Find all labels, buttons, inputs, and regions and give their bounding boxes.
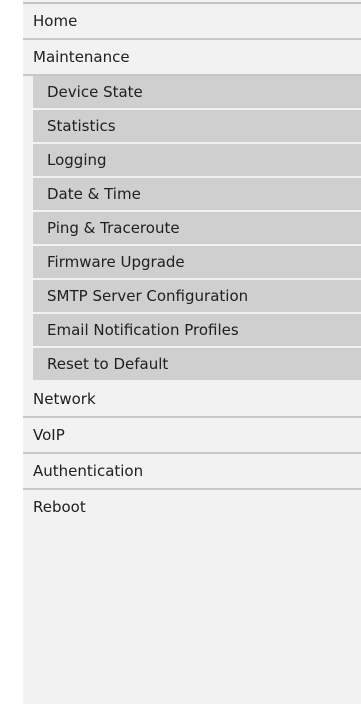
submenu-item-smtp-server-configuration[interactable]: SMTP Server Configuration: [33, 280, 361, 314]
submenu-item-firmware-upgrade[interactable]: Firmware Upgrade: [33, 246, 361, 280]
submenu-item-label: Email Notification Profiles: [47, 321, 239, 339]
submenu-item-label: Ping & Traceroute: [47, 219, 180, 237]
menu-item-maintenance[interactable]: Maintenance: [23, 40, 361, 76]
submenu-item-label: Reset to Default: [47, 355, 169, 373]
submenu-item-label: Date & Time: [47, 185, 141, 203]
menu-item-label: Maintenance: [33, 48, 130, 66]
maintenance-submenu: Device State Statistics Logging Date & T…: [23, 76, 361, 382]
submenu-item-ping-traceroute[interactable]: Ping & Traceroute: [33, 212, 361, 246]
submenu-item-reset-to-default[interactable]: Reset to Default: [33, 348, 361, 382]
submenu-item-label: Statistics: [47, 117, 116, 135]
submenu-item-logging[interactable]: Logging: [33, 144, 361, 178]
menu-item-voip[interactable]: VoIP: [23, 418, 361, 454]
submenu-item-device-state[interactable]: Device State: [33, 76, 361, 110]
menu-item-label: Authentication: [33, 462, 144, 480]
submenu-item-email-notification-profiles[interactable]: Email Notification Profiles: [33, 314, 361, 348]
menu-item-label: Reboot: [33, 498, 86, 516]
menu-item-home[interactable]: Home: [23, 4, 361, 40]
menu-item-label: Home: [33, 12, 78, 30]
submenu-item-date-time[interactable]: Date & Time: [33, 178, 361, 212]
menu-item-reboot[interactable]: Reboot: [23, 490, 361, 526]
submenu-item-statistics[interactable]: Statistics: [33, 110, 361, 144]
menu-item-network[interactable]: Network: [23, 382, 361, 418]
menu-item-label: VoIP: [33, 426, 65, 444]
menu-item-authentication[interactable]: Authentication: [23, 454, 361, 490]
sidebar-nav: Home Maintenance Device State Statistics…: [23, 0, 361, 704]
submenu-item-label: SMTP Server Configuration: [47, 287, 249, 305]
submenu-item-label: Firmware Upgrade: [47, 253, 185, 271]
submenu-item-label: Device State: [47, 83, 143, 101]
submenu-item-label: Logging: [47, 151, 107, 169]
menu-item-label: Network: [33, 390, 96, 408]
